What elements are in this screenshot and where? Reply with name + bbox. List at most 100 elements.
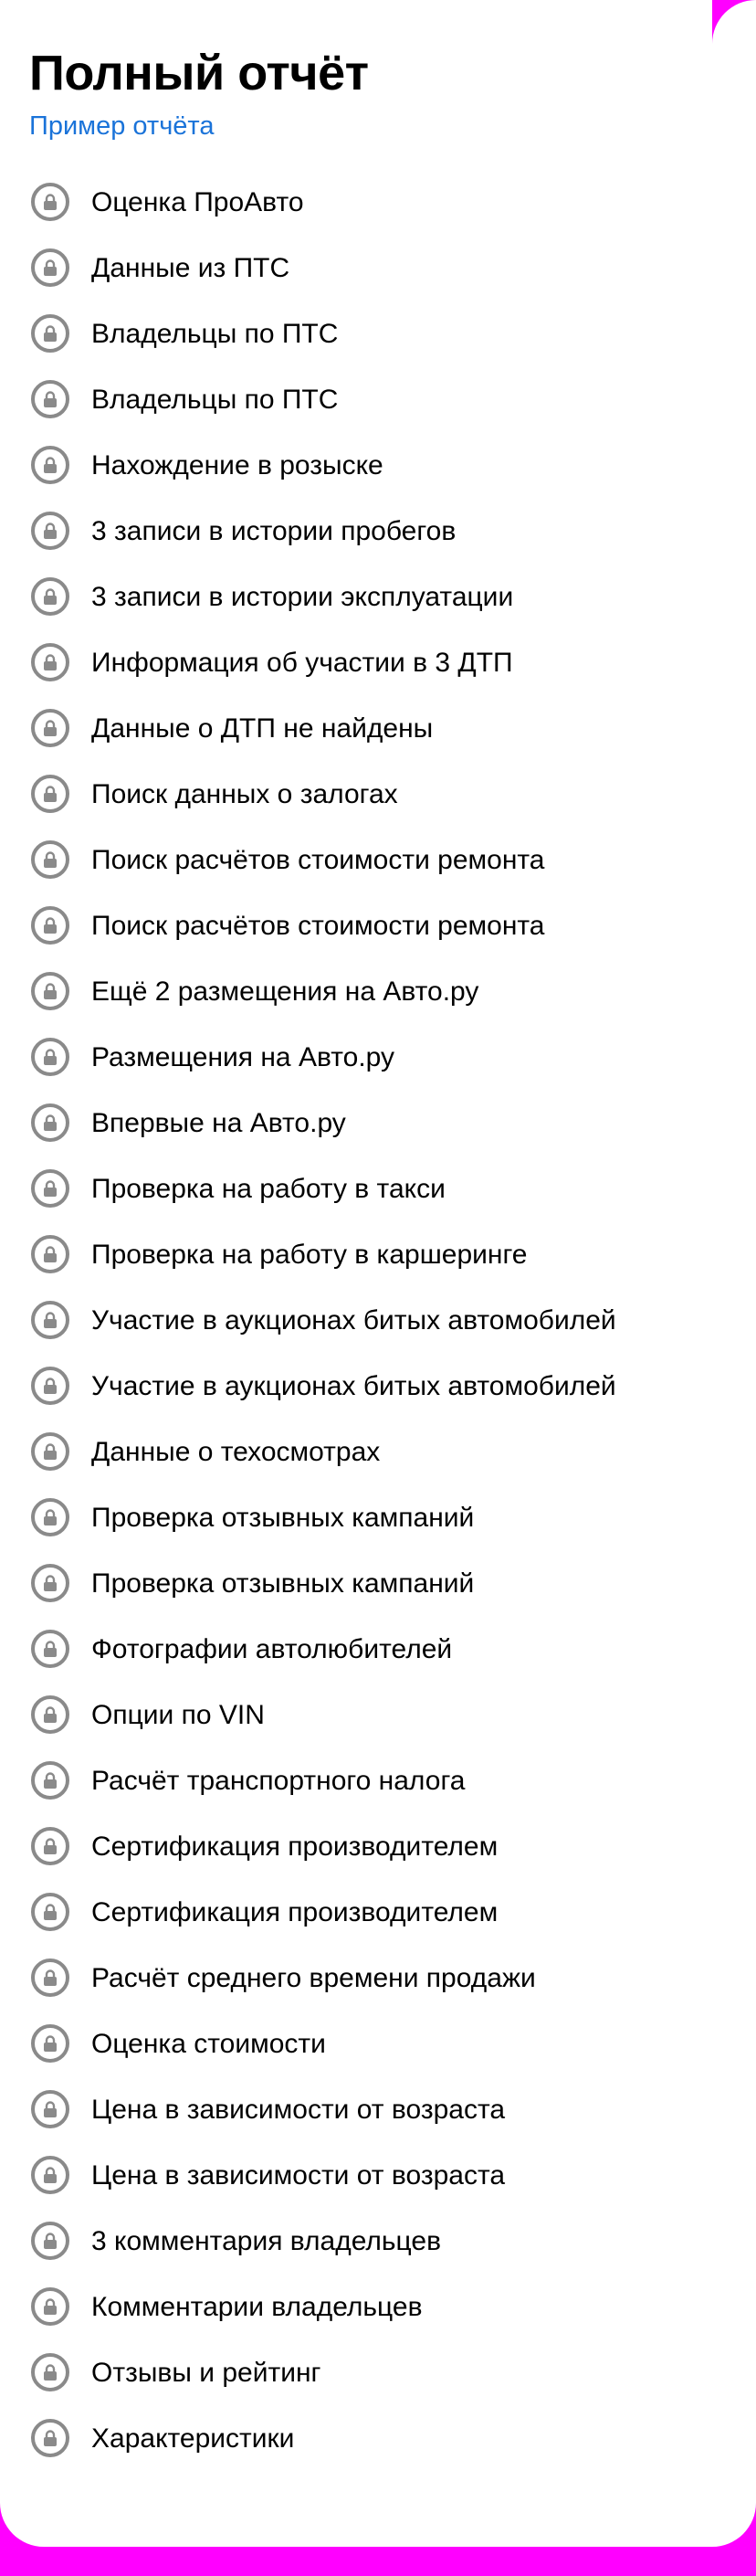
list-item: Проверка отзывных кампаний: [0, 1564, 756, 1630]
list-item-label: 3 комментария владельцев: [91, 2226, 442, 2256]
lock-icon: [31, 183, 69, 221]
list-item: Оценка стоимости: [0, 2024, 756, 2090]
lock-icon: [31, 1695, 69, 1734]
list-item-label: Поиск расчётов стоимости ремонта: [91, 845, 545, 875]
lock-icon: [31, 972, 69, 1010]
list-item-label: Данные из ПТС: [91, 253, 290, 283]
lock-icon: [31, 1498, 69, 1536]
lock-icon: [31, 906, 69, 945]
lock-icon: [31, 2156, 69, 2194]
lock-icon: [31, 2287, 69, 2326]
lock-icon: [31, 1301, 69, 1339]
list-item-label: Поиск данных о залогах: [91, 779, 398, 809]
list-item: Поиск расчётов стоимости ремонта: [0, 840, 756, 906]
list-item: Размещения на Авто.ру: [0, 1038, 756, 1103]
lock-icon: [31, 1367, 69, 1405]
list-item: Данные о техосмотрах: [0, 1432, 756, 1498]
lock-icon: [31, 1761, 69, 1800]
report-card: Полный отчёт Пример отчёта Оценка ПроАвт…: [0, 0, 756, 2547]
list-item-label: Цена в зависимости от возраста: [91, 2095, 506, 2125]
lock-icon: [31, 709, 69, 747]
lock-icon: [31, 1893, 69, 1931]
list-item-label: Фотографии автолюбителей: [91, 1634, 453, 1664]
list-item: Сертификация производителем: [0, 1827, 756, 1893]
list-item-label: Расчёт транспортного налога: [91, 1766, 466, 1796]
lock-icon: [31, 1169, 69, 1208]
lock-icon: [31, 2222, 69, 2260]
sample-report-link[interactable]: Пример отчёта: [29, 108, 215, 144]
list-item-label: Опции по VIN: [91, 1700, 265, 1730]
list-item: Опции по VIN: [0, 1695, 756, 1761]
list-item: Фотографии автолюбителей: [0, 1630, 756, 1695]
list-item: 3 записи в истории эксплуатации: [0, 577, 756, 643]
list-item: Информация об участии в 3 ДТП: [0, 643, 756, 709]
list-item: Нахождение в розыске: [0, 446, 756, 512]
list-item-label: 3 записи в истории пробегов: [91, 516, 457, 546]
lock-icon: [31, 248, 69, 287]
lock-icon: [31, 2419, 69, 2457]
list-item: Впервые на Авто.ру: [0, 1103, 756, 1169]
list-item: Участие в аукционах битых автомобилей: [0, 1367, 756, 1432]
list-item-label: Проверка на работу в такси: [91, 1174, 446, 1204]
list-item-label: Сертификация производителем: [91, 1897, 499, 1927]
list-item-label: Проверка отзывных кампаний: [91, 1568, 475, 1599]
list-item: Проверка на работу в каршеринге: [0, 1235, 756, 1301]
list-item-label: Владельцы по ПТС: [91, 319, 339, 349]
page-title: Полный отчёт: [29, 46, 369, 100]
list-item: Расчёт среднего времени продажи: [0, 1958, 756, 2024]
list-item: Владельцы по ПТС: [0, 380, 756, 446]
list-item-label: Размещения на Авто.ру: [91, 1042, 395, 1072]
lock-icon: [31, 1038, 69, 1076]
list-item-label: 3 записи в истории эксплуатации: [91, 582, 514, 612]
lock-icon: [31, 512, 69, 550]
list-item-label: Ещё 2 размещения на Авто.ру: [91, 977, 479, 1007]
list-item-label: Информация об участии в 3 ДТП: [91, 648, 513, 678]
lock-icon: [31, 1103, 69, 1142]
lock-icon: [31, 1564, 69, 1602]
card-corner: [712, 0, 756, 88]
list-item-label: Участие в аукционах битых автомобилей: [91, 1305, 616, 1336]
lock-icon: [31, 2024, 69, 2063]
list-item: Оценка ПроАвто: [0, 183, 756, 248]
lock-icon: [31, 314, 69, 353]
list-item: Владельцы по ПТС: [0, 314, 756, 380]
list-item: Поиск данных о залогах: [0, 775, 756, 840]
list-item: 3 записи в истории пробегов: [0, 512, 756, 577]
list-item: Цена в зависимости от возраста: [0, 2156, 756, 2222]
lock-icon: [31, 643, 69, 681]
lock-icon: [31, 380, 69, 418]
list-item: Характеристики: [0, 2419, 756, 2485]
list-item: Участие в аукционах битых автомобилей: [0, 1301, 756, 1367]
list-item: 3 комментария владельцев: [0, 2222, 756, 2287]
list-item-label: Данные о техосмотрах: [91, 1437, 381, 1467]
list-item: Проверка на работу в такси: [0, 1169, 756, 1235]
lock-icon: [31, 577, 69, 616]
list-item-label: Данные о ДТП не найдены: [91, 713, 434, 744]
list-item-label: Отзывы и рейтинг: [91, 2358, 321, 2388]
list-item: Проверка отзывных кампаний: [0, 1498, 756, 1564]
list-item-label: Участие в аукционах битых автомобилей: [91, 1371, 616, 1401]
list-item-label: Сертификация производителем: [91, 1832, 499, 1862]
lock-icon: [31, 2353, 69, 2391]
list-item: Поиск расчётов стоимости ремонта: [0, 906, 756, 972]
list-item: Ещё 2 размещения на Авто.ру: [0, 972, 756, 1038]
list-item-label: Характеристики: [91, 2423, 295, 2454]
list-item: Расчёт транспортного налога: [0, 1761, 756, 1827]
lock-icon: [31, 2090, 69, 2128]
list-item-label: Владельцы по ПТС: [91, 385, 339, 415]
list-item-label: Оценка ПроАвто: [91, 187, 304, 217]
list-item: Комментарии владельцев: [0, 2287, 756, 2353]
list-item-label: Оценка стоимости: [91, 2029, 326, 2059]
list-item-label: Проверка отзывных кампаний: [91, 1503, 475, 1533]
lock-icon: [31, 1958, 69, 1997]
lock-icon: [31, 1235, 69, 1273]
lock-icon: [31, 446, 69, 484]
list-item: Цена в зависимости от возраста: [0, 2090, 756, 2156]
list-item: Сертификация производителем: [0, 1893, 756, 1958]
lock-icon: [31, 1827, 69, 1865]
lock-icon: [31, 1432, 69, 1471]
list-item-label: Расчёт среднего времени продажи: [91, 1963, 536, 1993]
list-item-label: Поиск расчётов стоимости ремонта: [91, 911, 545, 941]
lock-icon: [31, 775, 69, 813]
lock-icon: [31, 840, 69, 879]
